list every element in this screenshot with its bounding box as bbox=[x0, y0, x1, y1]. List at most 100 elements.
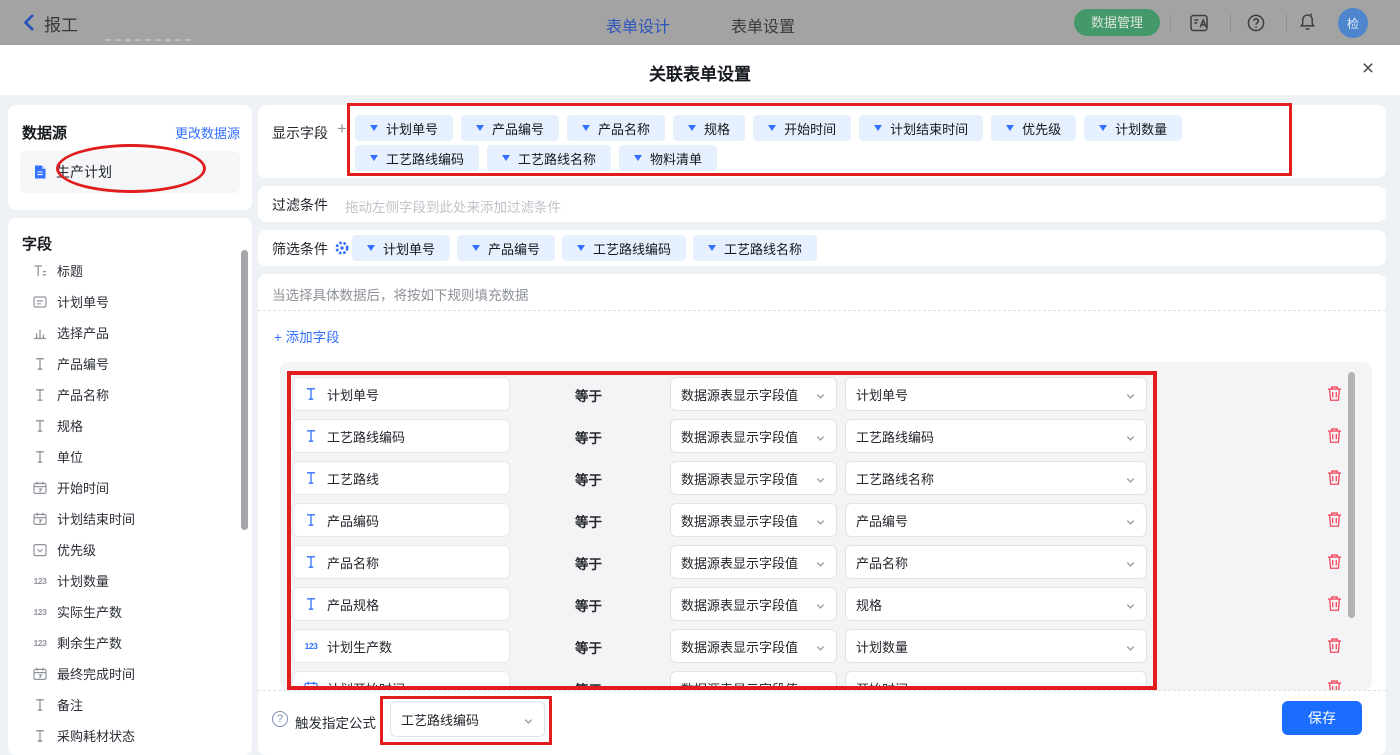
field-tag[interactable]: 工艺路线编码 bbox=[355, 145, 479, 171]
back-chevron-icon[interactable] bbox=[22, 13, 36, 32]
chevron-down-icon bbox=[1125, 683, 1136, 691]
field-item[interactable]: 123计划数量 bbox=[8, 565, 252, 596]
field-item[interactable]: 备注 bbox=[8, 689, 252, 720]
field-tag[interactable]: 开始时间 bbox=[753, 115, 851, 141]
app-back-title[interactable]: 报工 bbox=[44, 11, 78, 36]
source-field-select[interactable]: 工艺路线编码 bbox=[845, 419, 1147, 453]
rule-field-input[interactable]: 计划开始时间 bbox=[292, 671, 510, 690]
field-item[interactable]: 产品名称 bbox=[8, 379, 252, 410]
field-tag[interactable]: 工艺路线名称 bbox=[487, 145, 611, 171]
field-tag[interactable]: 计划结束时间 bbox=[859, 115, 983, 141]
date-icon bbox=[32, 666, 48, 682]
fields-card: 字段 标题计划单号选择产品产品编号产品名称规格单位开始时间计划结束时间优先级12… bbox=[8, 218, 252, 755]
field-tag[interactable]: 物料清单 bbox=[619, 145, 717, 171]
source-type-value: 数据源表显示字段值 bbox=[681, 511, 798, 530]
chevron-down-icon bbox=[815, 683, 826, 691]
field-item[interactable]: 最终完成时间 bbox=[8, 658, 252, 689]
source-field-select[interactable]: 开始时间 bbox=[845, 671, 1147, 690]
field-item[interactable]: 123实际生产数 bbox=[8, 596, 252, 627]
datasource-item[interactable]: 生产计划 bbox=[20, 151, 240, 193]
add-field-button[interactable]: + 添加字段 bbox=[274, 326, 340, 346]
field-tag[interactable]: 计划数量 bbox=[1084, 115, 1182, 141]
source-type-select[interactable]: 数据源表显示字段值 bbox=[670, 419, 837, 453]
rule-field-input[interactable]: 123计划生产数 bbox=[292, 629, 510, 663]
source-field-select[interactable]: 计划数量 bbox=[845, 629, 1147, 663]
save-button[interactable]: 保存 bbox=[1282, 701, 1362, 735]
field-item[interactable]: 计划结束时间 bbox=[8, 503, 252, 534]
field-item[interactable]: 产品编号 bbox=[8, 348, 252, 379]
delete-rule-button[interactable] bbox=[1325, 468, 1344, 487]
source-field-select[interactable]: 计划单号 bbox=[845, 377, 1147, 411]
dropdown-caret-icon bbox=[768, 125, 776, 131]
rule-field-label: 产品名称 bbox=[327, 553, 379, 572]
field-tag[interactable]: 产品名称 bbox=[567, 115, 665, 141]
trigger-field-select[interactable]: 工艺路线编码 bbox=[390, 701, 545, 737]
delete-rule-button[interactable] bbox=[1325, 552, 1344, 571]
delete-rule-button[interactable] bbox=[1325, 636, 1344, 655]
rule-field-input[interactable]: 计划单号 bbox=[292, 377, 510, 411]
field-tag[interactable]: 计划单号 bbox=[352, 235, 450, 261]
source-type-select[interactable]: 数据源表显示字段值 bbox=[670, 587, 837, 621]
trigger-field-value: 工艺路线编码 bbox=[401, 710, 479, 729]
tab-form-settings[interactable]: 表单设置 bbox=[731, 13, 795, 37]
field-tag[interactable]: 计划单号 bbox=[355, 115, 453, 141]
notification-bell-icon[interactable] bbox=[1298, 12, 1317, 33]
field-item-label: 产品名称 bbox=[57, 385, 109, 404]
source-type-select[interactable]: 数据源表显示字段值 bbox=[670, 629, 837, 663]
close-icon[interactable]: × bbox=[1356, 57, 1380, 81]
source-field-select[interactable]: 产品编号 bbox=[845, 503, 1147, 537]
source-field-select[interactable]: 产品名称 bbox=[845, 545, 1147, 579]
field-item[interactable]: 计划单号 bbox=[8, 286, 252, 317]
source-type-select[interactable]: 数据源表显示字段值 bbox=[670, 671, 837, 690]
user-avatar[interactable]: 检 bbox=[1338, 8, 1368, 38]
delete-rule-button[interactable] bbox=[1325, 594, 1344, 613]
field-item[interactable]: 开始时间 bbox=[8, 472, 252, 503]
delete-rule-button[interactable] bbox=[1325, 426, 1344, 445]
filter-dropzone-placeholder[interactable]: 拖动左侧字段到此处来添加过滤条件 bbox=[345, 196, 561, 216]
source-field-value: 产品名称 bbox=[856, 553, 908, 572]
field-tag[interactable]: 规格 bbox=[673, 115, 745, 141]
rule-field-label: 计划单号 bbox=[327, 385, 379, 404]
source-type-select[interactable]: 数据源表显示字段值 bbox=[670, 503, 837, 537]
source-type-select[interactable]: 数据源表显示字段值 bbox=[670, 545, 837, 579]
change-datasource-link[interactable]: 更改数据源 bbox=[175, 123, 240, 142]
chevron-down-icon bbox=[1125, 557, 1136, 568]
field-tag[interactable]: 工艺路线编码 bbox=[562, 235, 686, 261]
rule-field-input[interactable]: 产品名称 bbox=[292, 545, 510, 579]
field-tag[interactable]: 产品编号 bbox=[457, 235, 555, 261]
field-tag-label: 产品编号 bbox=[492, 119, 544, 138]
field-tag[interactable]: 优先级 bbox=[991, 115, 1076, 141]
rule-field-input[interactable]: 工艺路线 bbox=[292, 461, 510, 495]
field-item[interactable]: 选择产品 bbox=[8, 317, 252, 348]
rule-field-input[interactable]: 产品编码 bbox=[292, 503, 510, 537]
source-field-select[interactable]: 工艺路线名称 bbox=[845, 461, 1147, 495]
gear-icon[interactable] bbox=[334, 240, 350, 256]
question-icon[interactable]: ? bbox=[272, 711, 288, 727]
delete-rule-button[interactable] bbox=[1325, 384, 1344, 403]
field-tag[interactable]: 工艺路线名称 bbox=[693, 235, 817, 261]
rule-field-input[interactable]: 工艺路线编码 bbox=[292, 419, 510, 453]
data-manage-button[interactable]: 数据管理 bbox=[1074, 9, 1160, 36]
translate-icon[interactable] bbox=[1188, 12, 1210, 34]
rule-row: 工艺路线等于数据源表显示字段值工艺路线名称 bbox=[292, 461, 1372, 495]
delete-rule-button[interactable] bbox=[1325, 510, 1344, 529]
fields-scrollbar[interactable] bbox=[241, 250, 248, 530]
source-field-select[interactable]: 规格 bbox=[845, 587, 1147, 621]
field-item[interactable]: 采购耗材状态 bbox=[8, 720, 252, 751]
field-tag[interactable]: 产品编号 bbox=[461, 115, 559, 141]
rule-field-input[interactable]: 产品规格 bbox=[292, 587, 510, 621]
delete-rule-button[interactable] bbox=[1325, 678, 1344, 690]
tab-form-design[interactable]: 表单设计 bbox=[606, 13, 670, 37]
source-type-value: 数据源表显示字段值 bbox=[681, 427, 798, 446]
source-type-select[interactable]: 数据源表显示字段值 bbox=[670, 461, 837, 495]
field-item[interactable]: 优先级 bbox=[8, 534, 252, 565]
field-item[interactable]: 规格 bbox=[8, 410, 252, 441]
source-type-select[interactable]: 数据源表显示字段值 bbox=[670, 377, 837, 411]
field-item[interactable]: 123剩余生产数 bbox=[8, 627, 252, 658]
field-item[interactable]: 单位 bbox=[8, 441, 252, 472]
source-field-value: 工艺路线编码 bbox=[856, 427, 934, 446]
field-item[interactable]: 标题 bbox=[8, 255, 252, 286]
add-display-field-button[interactable]: + bbox=[337, 119, 347, 139]
fields-title: 字段 bbox=[22, 233, 52, 254]
help-icon[interactable] bbox=[1246, 13, 1266, 33]
